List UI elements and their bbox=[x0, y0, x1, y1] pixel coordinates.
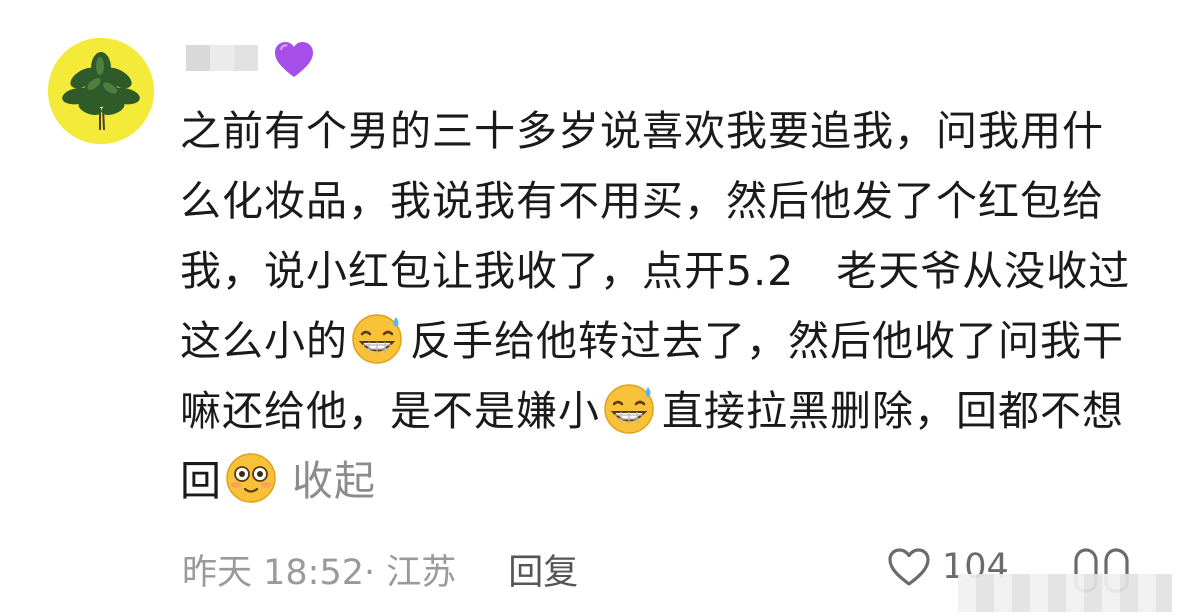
username[interactable] bbox=[186, 42, 316, 77]
grin-sweat-emoji bbox=[350, 311, 404, 365]
time-location: 昨天 18:52· 江苏 bbox=[182, 553, 457, 593]
reply-button[interactable]: 回复 bbox=[508, 544, 578, 595]
flushed-emoji bbox=[224, 451, 278, 505]
comment-meta: 昨天 18:52· 江苏 回复 bbox=[182, 544, 578, 595]
collapse-link[interactable]: 收起 bbox=[292, 457, 376, 505]
watermark-overlay bbox=[958, 574, 1172, 612]
plant-avatar-image bbox=[48, 38, 154, 144]
heart-outline-icon bbox=[888, 548, 930, 586]
grin-sweat-emoji bbox=[602, 381, 656, 435]
comment-item: 之前有个男的三十多岁说喜欢我要追我，问我用什么化妆品，我说我有不用买，然后他发了… bbox=[0, 0, 1178, 616]
purple-heart-icon bbox=[275, 42, 313, 77]
username-mosaic bbox=[186, 45, 258, 71]
comment-text: 之前有个男的三十多岁说喜欢我要追我，问我用什么化妆品，我说我有不用买，然后他发了… bbox=[180, 96, 1140, 516]
avatar[interactable] bbox=[48, 38, 154, 144]
